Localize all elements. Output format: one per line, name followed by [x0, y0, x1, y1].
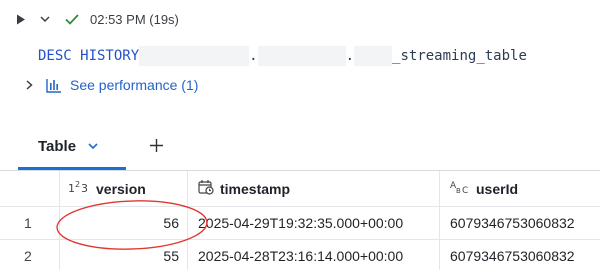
redacted-table-prefix	[354, 45, 393, 67]
check-icon	[64, 11, 80, 27]
cell-version[interactable]: 56	[60, 207, 188, 239]
string-type-icon: A B C	[450, 180, 470, 197]
svg-text:3: 3	[81, 182, 88, 194]
tab-label: Table	[38, 137, 77, 155]
row-index: 2	[0, 240, 60, 270]
redacted-catalog	[139, 45, 250, 67]
table-row[interactable]: 2 55 2025-04-28T23:16:14.000+00:00 60793…	[0, 240, 600, 270]
sql-keyword: DESC HISTORY	[38, 48, 140, 64]
tab-table[interactable]: Table	[18, 122, 126, 170]
cell-value: 55	[163, 248, 179, 264]
results-table: 1 2 3 version timestamp A B C userId 1 5…	[0, 170, 600, 270]
table-row[interactable]: 1 56 2025-04-29T19:32:35.000+00:00 60793…	[0, 207, 600, 240]
redacted-schema	[257, 45, 346, 67]
cell-userid[interactable]: 6079346753060832	[440, 207, 600, 239]
add-tab-button[interactable]	[150, 122, 163, 170]
chevron-down-icon[interactable]	[88, 142, 98, 150]
code-dot: .	[249, 48, 258, 64]
chevron-down-icon[interactable]	[38, 12, 52, 26]
integer-type-icon: 1 2 3	[68, 180, 90, 197]
cell-toolbar: 02:53 PM (19s)	[14, 8, 179, 30]
cell-timestamp[interactable]: 2025-04-29T19:32:35.000+00:00	[188, 207, 440, 239]
sql-code[interactable]: DESC HISTORY .. _streaming_table	[38, 44, 527, 68]
svg-text:2: 2	[75, 180, 80, 189]
see-performance-link[interactable]: See performance (1)	[70, 77, 198, 93]
column-label: version	[96, 180, 146, 197]
result-tabs: Table	[18, 122, 163, 170]
table-name-suffix: _streaming_table	[392, 48, 527, 64]
cell-value: 6079346753060832	[450, 215, 575, 231]
column-header-userid[interactable]: A B C userId	[440, 171, 600, 206]
chevron-right-icon[interactable]	[26, 80, 38, 90]
calendar-clock-icon	[198, 179, 214, 198]
plus-icon	[150, 135, 163, 158]
cell-value: 6079346753060832	[450, 248, 575, 264]
bar-chart-icon	[46, 77, 62, 93]
column-header-version[interactable]: 1 2 3 version	[60, 171, 188, 206]
cell-value: 2025-04-29T19:32:35.000+00:00	[198, 215, 404, 231]
code-dot: .	[345, 48, 355, 64]
play-icon[interactable]	[14, 12, 28, 26]
run-status: 02:53 PM (19s)	[90, 11, 179, 27]
svg-text:C: C	[462, 186, 468, 194]
table-header-row: 1 2 3 version timestamp A B C userId	[0, 171, 600, 207]
svg-text:1: 1	[68, 182, 75, 194]
see-performance-toggle[interactable]: See performance (1)	[26, 75, 198, 95]
cell-value: 2025-04-28T23:16:14.000+00:00	[198, 248, 404, 264]
cell-timestamp[interactable]: 2025-04-28T23:16:14.000+00:00	[188, 240, 440, 270]
index-header	[0, 171, 60, 206]
cell-userid[interactable]: 6079346753060832	[440, 240, 600, 270]
column-label: userId	[476, 180, 519, 197]
cell-value: 56	[163, 215, 179, 231]
cell-version[interactable]: 55	[60, 240, 188, 270]
column-label: timestamp	[220, 180, 291, 197]
svg-text:B: B	[456, 187, 461, 194]
column-header-timestamp[interactable]: timestamp	[188, 171, 440, 206]
row-index: 1	[0, 207, 60, 239]
